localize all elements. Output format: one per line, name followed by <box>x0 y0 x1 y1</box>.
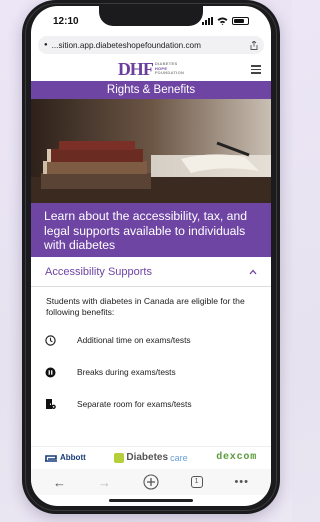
accordion-accessibility-supports[interactable]: Accessibility Supports <box>31 257 271 287</box>
phone-frame: 12:10 ● ...sition.app.diabeteshopefounda… <box>22 0 280 514</box>
browser-toolbar: ← → 1 ••• <box>31 469 271 495</box>
signal-icon <box>202 17 213 25</box>
share-icon[interactable] <box>250 40 258 50</box>
clock-icon <box>45 334 56 346</box>
benefits-intro: Students with diabetes in Canada are eli… <box>46 296 245 317</box>
phone-screen: 12:10 ● ...sition.app.diabeteshopefounda… <box>31 6 271 506</box>
address-bar[interactable]: ● ...sition.app.diabeteshopefoundation.c… <box>38 36 264 54</box>
notch <box>99 6 203 26</box>
forward-arrow-icon[interactable]: → <box>98 475 111 490</box>
chevron-up-icon[interactable] <box>249 269 257 275</box>
lock-icon: ● <box>44 42 48 48</box>
back-arrow-icon[interactable]: ← <box>53 475 66 490</box>
logo-mark: DHF <box>117 58 154 79</box>
abbott-mark-icon <box>45 454 57 462</box>
benefit-item: Additional time on exams/tests <box>31 324 271 356</box>
sponsor-bar: Abbott Diabetes care Dexcom <box>31 446 271 468</box>
hero-image-books <box>31 99 271 203</box>
benefit-item: Breaks during exams/tests <box>31 356 271 388</box>
status-icons <box>202 17 249 25</box>
hamburger-menu-icon[interactable] <box>251 65 261 76</box>
benefit-label: Breaks during exams/tests <box>77 367 176 377</box>
home-indicator <box>109 499 193 502</box>
intro-banner: Learn about the accessibility, tax, and … <box>31 203 271 257</box>
dexcom-logo[interactable]: Dexcom <box>216 452 257 463</box>
new-tab-plus-icon[interactable] <box>143 474 159 490</box>
pause-icon <box>45 367 56 377</box>
abbott-logo[interactable]: Abbott <box>45 453 86 462</box>
site-header: DHF DIABETES HOPE FOUNDATION <box>31 57 271 81</box>
benefit-item: Separate room for exams/tests <box>31 388 271 420</box>
dhf-logo[interactable]: DHF DIABETES HOPE FOUNDATION <box>118 59 184 80</box>
accordion-title: Accessibility Supports <box>45 265 152 278</box>
more-menu-icon[interactable]: ••• <box>234 476 249 488</box>
page-title: Rights & Benefits <box>31 81 271 99</box>
url-text: ...sition.app.diabeteshopefoundation.com <box>51 40 201 50</box>
tabs-count-button[interactable]: 1 <box>190 476 203 488</box>
battery-icon <box>232 17 249 25</box>
wifi-icon <box>217 17 228 25</box>
benefit-label: Separate room for exams/tests <box>77 399 192 409</box>
diabetes-care-logo[interactable]: Diabetes care <box>114 452 188 463</box>
status-time: 12:10 <box>53 15 79 27</box>
logo-subtext: DIABETES HOPE FOUNDATION <box>154 61 185 76</box>
benefit-label: Additional time on exams/tests <box>77 335 191 345</box>
room-icon <box>46 399 56 409</box>
diabetes-care-mark-icon <box>114 452 125 463</box>
